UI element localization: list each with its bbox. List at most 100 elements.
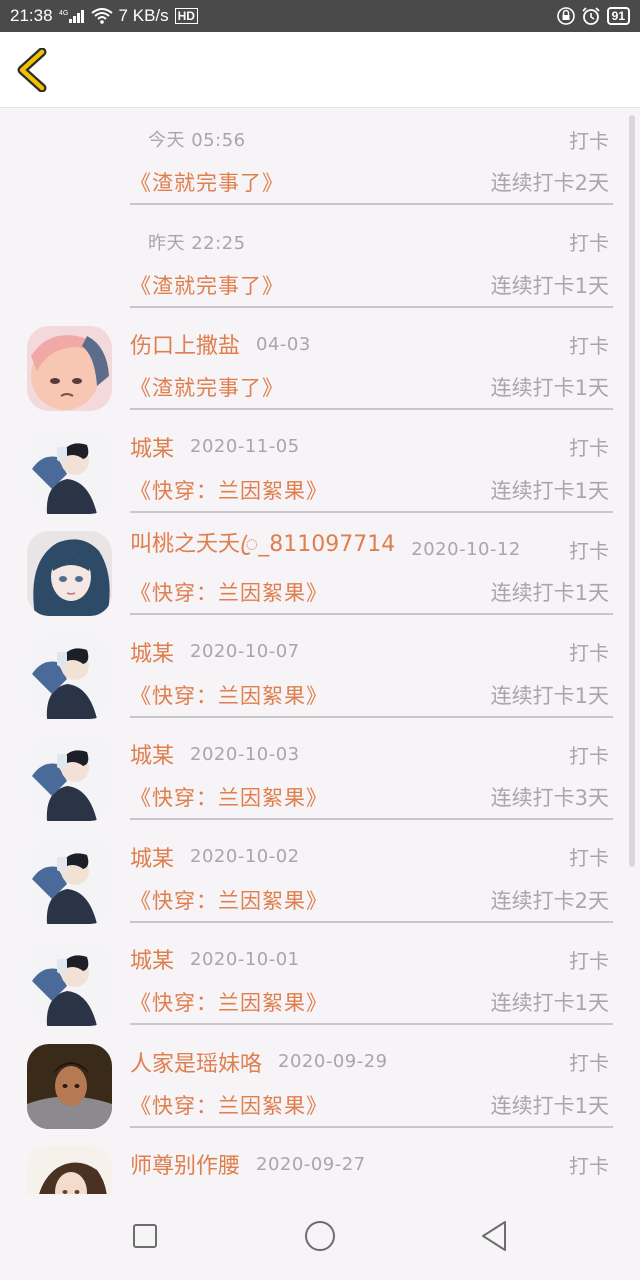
avatar[interactable]	[27, 326, 112, 411]
streak-label: 连续打卡1天	[490, 376, 609, 400]
action-label: 打卡	[569, 846, 609, 870]
username[interactable]: 城某	[130, 431, 174, 463]
avatar[interactable]	[27, 736, 112, 821]
checkin-date: 2020-10-03	[190, 743, 300, 765]
signal-icon: 4G	[59, 8, 85, 24]
list-item[interactable]: 今天 05:56 打卡 《渣就完事了》 连续打卡2天	[0, 108, 640, 211]
username[interactable]: 人家是瑶妹咯	[130, 1046, 262, 1078]
checkin-date: 2020-09-27	[256, 1153, 366, 1175]
list-item[interactable]: 城某 2020-10-02 打卡 《快穿：兰因絮果》 连续打卡2天	[0, 826, 640, 929]
action-label: 打卡	[569, 231, 609, 255]
list-item[interactable]: 城某 2020-10-03 打卡 《快穿：兰因絮果》 连续打卡3天	[0, 723, 640, 826]
list-item-content: 昨天 22:25 打卡 《渣就完事了》 连续打卡1天	[130, 211, 613, 308]
wifi-icon	[90, 8, 113, 24]
home-circle-icon	[305, 1221, 335, 1251]
checkin-date: 2020-10-07	[190, 641, 300, 662]
username[interactable]: 叫桃之夭夭ꦿ_811097714	[130, 526, 395, 572]
checkin-date: 2020-09-29	[278, 1051, 388, 1072]
list-item-content: 城某 2020-10-03 打卡 《快穿：兰因絮果》 连续打卡3天	[130, 723, 613, 820]
avatar[interactable]	[27, 941, 112, 1026]
nav-back-button[interactable]	[475, 1216, 515, 1256]
book-title[interactable]: 《快穿：兰因絮果》	[130, 987, 328, 1017]
list-item[interactable]: 城某 2020-10-07 打卡 《快穿：兰因絮果》 连续打卡1天	[0, 621, 640, 724]
list-item-content: 城某 2020-10-01 打卡 《快穿：兰因絮果》 连续打卡1天	[130, 928, 613, 1025]
list-item[interactable]: 昨天 22:25 打卡 《渣就完事了》 连续打卡1天	[0, 211, 640, 314]
streak-label: 连续打卡1天	[490, 991, 609, 1015]
checkin-time: 今天 05:56	[148, 130, 246, 151]
book-title[interactable]: 《快穿：兰因絮果》	[130, 680, 328, 710]
streak-label: 连续打卡1天	[490, 273, 609, 298]
recents-square-icon	[133, 1224, 157, 1248]
list-item[interactable]: 伤口上撒盐 04-03 打卡 《渣就完事了》 连续打卡1天	[0, 313, 640, 416]
avatar[interactable]	[27, 1043, 112, 1129]
checkin-date: 2020-11-05	[190, 436, 300, 457]
scrollbar[interactable]	[629, 115, 635, 867]
avatar[interactable]	[27, 838, 112, 924]
checkin-date: 2020-10-02	[190, 846, 300, 867]
checkin-date: 04-03	[256, 333, 311, 355]
username[interactable]: 城某	[130, 738, 174, 770]
battery-icon: 91	[606, 7, 630, 25]
streak-label: 连续打卡1天	[490, 478, 609, 503]
hd-badge: HD	[174, 8, 198, 24]
username[interactable]: 城某	[130, 943, 174, 975]
action-label: 打卡	[569, 436, 609, 460]
list-item-content: 城某 2020-11-05 打卡 《快穿：兰因絮果》 连续打卡1天	[130, 416, 613, 513]
username[interactable]: 师尊别作腰	[130, 1148, 240, 1180]
checkin-date: 2020-10-12	[411, 538, 521, 560]
book-title[interactable]: 《快穿：兰因絮果》	[130, 475, 328, 505]
recents-button[interactable]	[125, 1216, 165, 1256]
username[interactable]: 城某	[130, 636, 174, 668]
back-button[interactable]	[14, 47, 54, 93]
checkin-time: 昨天 22:25	[148, 232, 246, 254]
checkin-list[interactable]: 今天 05:56 打卡 《渣就完事了》 连续打卡2天 昨天 22:25 打卡 《…	[0, 108, 640, 1194]
alarm-icon	[581, 7, 601, 25]
avatar[interactable]	[27, 1146, 112, 1194]
book-title[interactable]: 《快穿：兰因絮果》	[130, 885, 328, 915]
list-item[interactable]: 城某 2020-11-05 打卡 《快穿：兰因絮果》 连续打卡1天	[0, 416, 640, 519]
streak-label: 连续打卡2天	[490, 888, 609, 913]
book-title[interactable]: 《渣就完事了》	[130, 270, 284, 300]
avatar[interactable]	[27, 428, 112, 514]
streak-label: 连续打卡1天	[490, 1093, 609, 1118]
book-title[interactable]: 《快穿：兰因絮果》	[130, 782, 328, 812]
list-item-content: 城某 2020-10-02 打卡 《快穿：兰因絮果》 连续打卡2天	[130, 826, 613, 923]
action-label: 打卡	[569, 333, 609, 358]
list-item-content: 师尊别作腰 2020-09-27 打卡	[130, 1133, 613, 1194]
username[interactable]: 伤口上撒盐	[130, 328, 240, 360]
list-item[interactable]: 师尊别作腰 2020-09-27 打卡	[0, 1133, 640, 1194]
book-title[interactable]: 《渣就完事了》	[130, 372, 284, 402]
action-label: 打卡	[569, 1051, 609, 1075]
list-item-content: 叫桃之夭夭ꦿ_811097714 2020-10-12 打卡 《快穿：兰因絮果》…	[130, 518, 613, 615]
top-app-bar	[0, 32, 640, 108]
system-nav-bar	[0, 1194, 640, 1280]
book-title[interactable]: 《快穿：兰因絮果》	[130, 577, 328, 607]
action-label: 打卡	[569, 1153, 609, 1178]
streak-label: 连续打卡2天	[490, 171, 609, 195]
checkin-date: 2020-10-01	[190, 948, 300, 970]
network-speed: 7 KB/s	[118, 6, 169, 25]
svg-text:4G: 4G	[59, 10, 68, 17]
status-bar: 21:38 4G 7 KB/s HD 91	[0, 0, 640, 32]
action-label: 打卡	[569, 128, 609, 153]
back-triangle-icon	[482, 1221, 506, 1251]
streak-label: 连续打卡3天	[490, 786, 609, 810]
list-item-content: 今天 05:56 打卡 《渣就完事了》 连续打卡2天	[130, 108, 613, 205]
book-title[interactable]: 《渣就完事了》	[130, 167, 284, 197]
list-item[interactable]: 人家是瑶妹咯 2020-09-29 打卡 《快穿：兰因絮果》 连续打卡1天	[0, 1031, 640, 1134]
chevron-left-icon	[17, 47, 47, 93]
list-item-content: 城某 2020-10-07 打卡 《快穿：兰因絮果》 连续打卡1天	[130, 621, 613, 718]
avatar[interactable]	[27, 531, 112, 616]
action-label: 打卡	[569, 948, 609, 973]
avatar[interactable]	[27, 633, 112, 719]
streak-label: 连续打卡1天	[490, 581, 609, 605]
list-item-content: 人家是瑶妹咯 2020-09-29 打卡 《快穿：兰因絮果》 连续打卡1天	[130, 1031, 613, 1128]
book-title[interactable]: 《快穿：兰因絮果》	[130, 1090, 328, 1120]
list-item[interactable]: 叫桃之夭夭ꦿ_811097714 2020-10-12 打卡 《快穿：兰因絮果》…	[0, 518, 640, 621]
home-button[interactable]	[300, 1216, 340, 1256]
username[interactable]: 城某	[130, 841, 174, 873]
list-item[interactable]: 城某 2020-10-01 打卡 《快穿：兰因絮果》 连续打卡1天	[0, 928, 640, 1031]
action-label: 打卡	[569, 641, 609, 665]
streak-label: 连续打卡1天	[490, 683, 609, 708]
status-time: 21:38	[10, 6, 53, 25]
